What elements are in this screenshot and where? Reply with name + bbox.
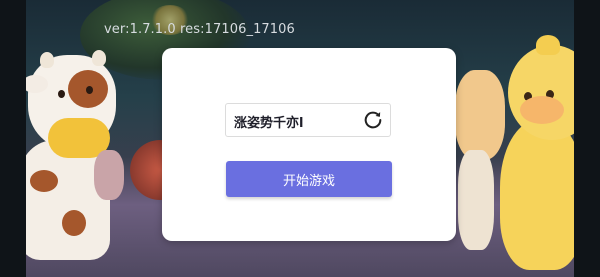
cow-spot — [62, 210, 86, 236]
duck-tuft — [536, 35, 560, 55]
cow-spot — [30, 170, 58, 192]
letterbox-right — [574, 0, 600, 277]
cow-horn — [40, 52, 54, 68]
cow-horn — [92, 50, 106, 66]
cow-eye — [58, 90, 65, 98]
duck-character-body — [500, 120, 584, 270]
start-game-button[interactable]: 开始游戏 — [226, 161, 392, 197]
start-dialog: 涨姿势千亦l 开始游戏 — [162, 48, 456, 241]
background-character — [94, 150, 124, 200]
letterbox-left — [0, 0, 26, 277]
dog-character-body — [458, 150, 494, 250]
cow-eye — [86, 86, 93, 94]
player-name-value: 涨姿势千亦l — [234, 116, 304, 131]
game-screen: ver:1.7.1.0 res:17106_17106 涨姿势千亦l 开始游戏 — [0, 0, 600, 277]
dog-character-head — [455, 70, 505, 160]
version-label: ver:1.7.1.0 res:17106_17106 — [104, 22, 295, 37]
player-name-field[interactable]: 涨姿势千亦l — [225, 103, 391, 137]
refresh-icon[interactable] — [362, 109, 384, 131]
duck-beak — [520, 96, 564, 124]
